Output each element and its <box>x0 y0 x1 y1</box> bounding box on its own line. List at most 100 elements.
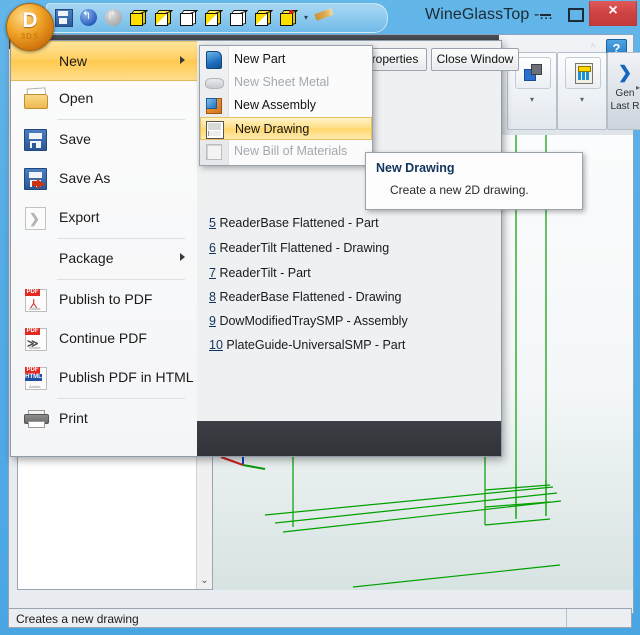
ribbon-group-generate[interactable]: ❯ Gen Last R ▸ <box>607 52 640 130</box>
measure-icon[interactable] <box>313 6 335 28</box>
new-submenu[interactable]: New Part New Sheet Metal New Assembly Ne… <box>199 45 373 166</box>
recent-file-item[interactable]: 9 DowModifiedTraySMP - Assembly <box>209 314 408 328</box>
app-window: ↰ ↱ ▾ WineGlassTop -... × ^ ? ▾ ▾ ❯ Gen … <box>0 0 640 635</box>
recent-file-name: ReaderTilt Flattened - Drawing <box>219 241 390 255</box>
recent-file-number: 8 <box>209 290 216 304</box>
menu-item-save-as[interactable]: Save As <box>11 159 197 197</box>
window-frame: ↰ ↱ ▾ WineGlassTop -... × ^ ? ▾ ▾ ❯ Gen … <box>0 0 640 635</box>
menu-item-export[interactable]: ❯ Export <box>11 198 197 236</box>
status-cell <box>566 609 631 627</box>
recent-file-name: ReaderBase Flattened - Part <box>219 216 379 230</box>
open-folder-icon <box>23 86 49 110</box>
title-bar: ↰ ↱ ▾ WineGlassTop -... × <box>0 0 640 34</box>
submenu-item-label: New Assembly <box>234 98 316 112</box>
submenu-item-label: New Drawing <box>235 122 310 136</box>
generate-label-line1: Gen <box>615 88 635 99</box>
view-wireframe-icon[interactable] <box>227 6 249 28</box>
status-text: Creates a new drawing <box>16 612 139 626</box>
assembly-icon <box>205 97 222 114</box>
submenu-item-new-assembly[interactable]: New Assembly <box>200 94 372 117</box>
recent-file-number: 9 <box>209 314 216 328</box>
file-menu-footer <box>197 421 501 456</box>
file-menu-left-column: New Open Save Save As ❯ Export Package P… <box>11 41 198 456</box>
save-as-icon <box>23 166 49 190</box>
recent-file-number: 6 <box>209 241 216 255</box>
assembly-button[interactable] <box>515 57 551 89</box>
menu-item-save[interactable]: Save <box>11 120 197 158</box>
recent-file-item[interactable]: 5 ReaderBase Flattened - Part <box>209 216 379 230</box>
menu-item-package[interactable]: Package <box>11 239 197 277</box>
tooltip-title: New Drawing <box>376 161 455 175</box>
submenu-item-new-sheet-metal: New Sheet Metal <box>200 71 372 94</box>
close-button[interactable]: × <box>589 1 637 26</box>
app-logo[interactable]: D 3DS <box>6 3 54 51</box>
view-section-icon[interactable] <box>252 6 274 28</box>
part-icon <box>205 51 222 69</box>
chevron-right-icon[interactable]: ▸ <box>636 83 640 92</box>
menu-item-label: Save As <box>59 170 111 186</box>
menu-item-open[interactable]: Open <box>11 79 197 117</box>
submenu-item-new-part[interactable]: New Part <box>200 48 372 71</box>
logo-sublabel: 3DS <box>20 32 40 41</box>
menu-item-label: Publish PDF in HTML <box>59 369 194 385</box>
pdf-icon: PDF ⅄ Adobe <box>23 287 49 312</box>
recent-file-item[interactable]: 8 ReaderBase Flattened - Drawing <box>209 290 401 304</box>
recent-file-name: PlateGuide-UniversalSMP - Part <box>226 338 406 352</box>
menu-item-label: Publish to PDF <box>59 291 153 307</box>
pdf-html-icon: PDF HTML Adobe <box>23 365 49 390</box>
submenu-arrow-icon <box>180 56 185 64</box>
close-icon: × <box>608 2 618 19</box>
minimize-button[interactable] <box>531 2 560 24</box>
recent-file-number: 7 <box>209 266 216 280</box>
recent-file-item[interactable]: 7 ReaderTilt - Part <box>209 266 311 280</box>
ribbon-group-calculator[interactable]: ▾ <box>557 52 607 130</box>
view-colors-icon[interactable] <box>277 6 299 28</box>
recent-file-name: DowModifiedTraySMP - Assembly <box>219 314 408 328</box>
scroll-down-icon[interactable]: ⌄ <box>197 573 212 589</box>
qat-dropdown-caret[interactable]: ▾ <box>304 13 308 22</box>
view-hidden-visible-icon[interactable] <box>202 6 224 28</box>
undo-icon[interactable]: ↰ <box>77 6 99 28</box>
calculator-button[interactable] <box>565 57 601 89</box>
close-window-button[interactable]: Close Window <box>431 48 519 71</box>
redo-icon[interactable]: ↱ <box>102 6 124 28</box>
chevron-down-icon[interactable]: ▾ <box>508 95 556 104</box>
bom-icon <box>205 143 222 160</box>
recent-file-number: 10 <box>209 338 223 352</box>
sheet-metal-icon <box>205 74 224 91</box>
maximize-button[interactable] <box>560 2 589 24</box>
menu-item-label: New <box>59 53 88 69</box>
save-icon[interactable] <box>52 6 74 28</box>
menu-item-continue-pdf[interactable]: PDF ≫ Adobe Continue PDF <box>11 319 197 357</box>
menu-item-publish-to-pdf[interactable]: PDF ⅄ Adobe Publish to PDF <box>11 280 197 318</box>
menu-item-label: Package <box>59 250 114 266</box>
chevron-down-icon[interactable]: ▾ <box>558 95 606 104</box>
save-floppy-icon <box>23 127 49 151</box>
tooltip-body: Create a new 2D drawing. <box>390 183 529 197</box>
printer-icon <box>23 406 49 430</box>
recent-file-item[interactable]: 6 ReaderTilt Flattened - Drawing <box>209 241 389 255</box>
generate-chevron-icon: ❯ <box>617 63 633 82</box>
menu-item-label: Open <box>59 90 94 106</box>
generate-label-line2: Last R <box>610 101 640 112</box>
menu-item-publish-pdf-html[interactable]: PDF HTML Adobe Publish PDF in HTML <box>11 358 197 396</box>
recent-file-name: ReaderTilt - Part <box>219 266 311 280</box>
menu-item-print[interactable]: Print <box>11 399 197 437</box>
submenu-arrow-icon <box>180 253 185 261</box>
tooltip: New Drawing Create a new 2D drawing. <box>365 152 583 210</box>
recent-file-item[interactable]: 10 PlateGuide-UniversalSMP - Part <box>209 338 405 352</box>
submenu-item-label: New Part <box>234 52 286 66</box>
view-shaded-icon[interactable] <box>127 6 149 28</box>
calculator-icon <box>575 63 593 84</box>
pdf-continue-icon: PDF ≫ Adobe <box>23 326 49 351</box>
package-icon <box>23 246 49 270</box>
submenu-item-label: New Bill of Materials <box>234 144 348 158</box>
submenu-item-new-bom: New Bill of Materials <box>200 140 372 163</box>
view-shaded-edges-icon[interactable] <box>152 6 174 28</box>
export-icon: ❯ <box>23 205 49 230</box>
view-hidden-removed-icon[interactable] <box>177 6 199 28</box>
menu-item-label: Save <box>59 131 91 147</box>
new-icon <box>23 49 49 73</box>
menu-item-label: Continue PDF <box>59 330 147 346</box>
submenu-item-new-drawing[interactable]: New Drawing <box>200 117 372 140</box>
